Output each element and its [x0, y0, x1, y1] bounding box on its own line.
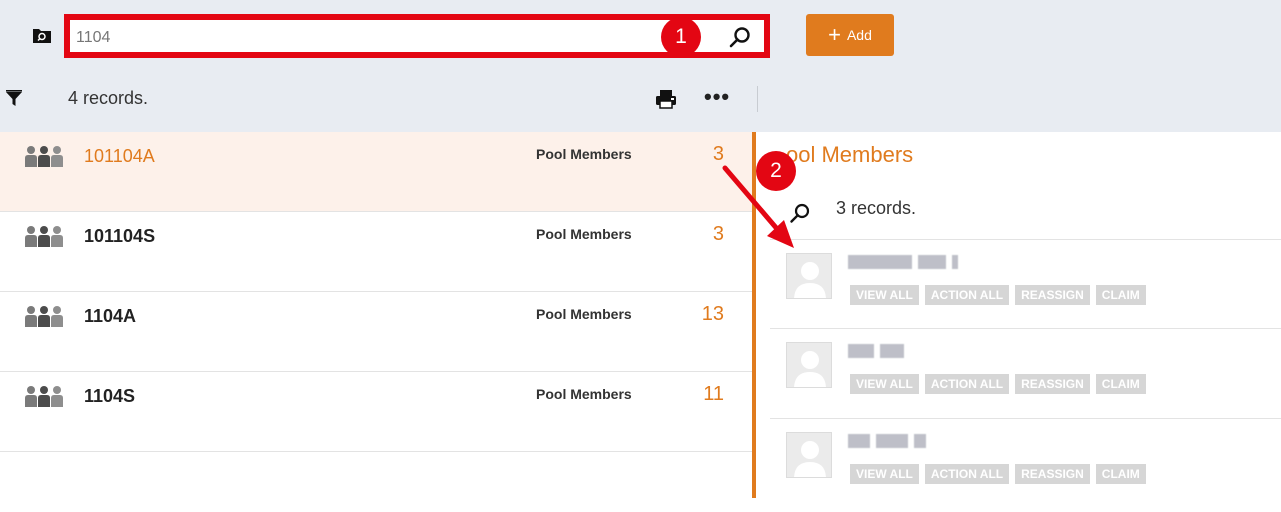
- divider: [770, 418, 1281, 419]
- panel-records-count: 3 records.: [836, 198, 917, 218]
- records-count: 4 records.: [68, 88, 149, 108]
- group-icon: [25, 386, 63, 407]
- record-name[interactable]: 1104S: [84, 386, 135, 407]
- reassign-button[interactable]: REASSIGN: [1015, 464, 1090, 484]
- member-name-redacted: [848, 344, 978, 360]
- list-item[interactable]: 101104S Pool Members 3: [0, 212, 752, 292]
- action-all-button[interactable]: ACTION ALL: [924, 374, 1010, 394]
- more-icon[interactable]: •••: [704, 86, 730, 108]
- claim-button[interactable]: CLAIM: [1095, 374, 1146, 394]
- claim-button[interactable]: CLAIM: [1095, 464, 1146, 484]
- action-all-button[interactable]: ACTION ALL: [924, 285, 1010, 305]
- member-item[interactable]: VIEW ALL ACTION ALL REASSIGN CLAIM: [786, 253, 1266, 333]
- list-item[interactable]: 1104S Pool Members 11: [0, 372, 752, 452]
- annotation-callout-2: 2: [756, 151, 796, 191]
- member-item[interactable]: VIEW ALL ACTION ALL REASSIGN CLAIM: [786, 432, 1266, 512]
- plus-icon: +: [828, 22, 841, 47]
- member-count: 3: [712, 223, 724, 245]
- filter-icon[interactable]: [5, 89, 23, 109]
- view-all-button[interactable]: VIEW ALL: [850, 285, 919, 305]
- list-item[interactable]: 1104A Pool Members 13: [0, 292, 752, 372]
- claim-button[interactable]: CLAIM: [1095, 285, 1146, 305]
- folder-search-icon[interactable]: [33, 27, 51, 43]
- reassign-button[interactable]: REASSIGN: [1015, 374, 1090, 394]
- search-icon[interactable]: [789, 202, 811, 224]
- record-name[interactable]: 101104A: [84, 146, 155, 167]
- panel-title: ool Members: [786, 142, 914, 167]
- search-icon[interactable]: [726, 24, 754, 52]
- view-all-button[interactable]: VIEW ALL: [850, 374, 919, 394]
- list-item[interactable]: 101104A Pool Members 3: [0, 132, 752, 212]
- add-button[interactable]: + Add: [806, 14, 894, 56]
- action-all-button[interactable]: ACTION ALL: [924, 464, 1010, 484]
- member-count: 3: [712, 143, 724, 165]
- record-type: Pool Members: [536, 226, 632, 242]
- avatar-icon: [786, 342, 832, 388]
- member-count: 13: [701, 303, 724, 325]
- record-name[interactable]: 1104A: [84, 306, 136, 327]
- top-bar: 1 + Add 4 records. •••: [0, 0, 1281, 132]
- pool-members-panel: ool Members 3 records. VIEW ALL ACTION A…: [756, 132, 1281, 498]
- print-icon[interactable]: [654, 89, 678, 109]
- member-name-redacted: [848, 255, 978, 271]
- record-list: 101104A Pool Members 3 101104S Pool Memb…: [0, 132, 752, 452]
- member-item[interactable]: VIEW ALL ACTION ALL REASSIGN CLAIM: [786, 342, 1266, 422]
- toolbar-divider: [757, 86, 758, 112]
- group-icon: [25, 226, 63, 247]
- avatar-icon: [786, 432, 832, 478]
- list-toolbar: 4 records. •••: [0, 78, 760, 122]
- member-actions: VIEW ALL ACTION ALL REASSIGN CLAIM: [850, 374, 1146, 394]
- avatar-icon: [786, 253, 832, 299]
- member-actions: VIEW ALL ACTION ALL REASSIGN CLAIM: [850, 464, 1146, 484]
- add-button-label: Add: [846, 27, 872, 43]
- divider: [770, 239, 1281, 240]
- group-icon: [25, 146, 63, 167]
- record-type: Pool Members: [536, 386, 632, 402]
- member-count: 11: [703, 383, 724, 405]
- member-name-redacted: [848, 434, 978, 450]
- group-icon: [25, 306, 63, 327]
- record-type: Pool Members: [536, 306, 632, 322]
- record-name[interactable]: 101104S: [84, 226, 155, 247]
- annotation-callout-1: 1: [661, 17, 701, 57]
- record-type: Pool Members: [536, 146, 632, 162]
- view-all-button[interactable]: VIEW ALL: [850, 464, 919, 484]
- search-input[interactable]: [76, 26, 636, 50]
- member-actions: VIEW ALL ACTION ALL REASSIGN CLAIM: [850, 285, 1146, 305]
- divider: [770, 328, 1281, 329]
- reassign-button[interactable]: REASSIGN: [1015, 285, 1090, 305]
